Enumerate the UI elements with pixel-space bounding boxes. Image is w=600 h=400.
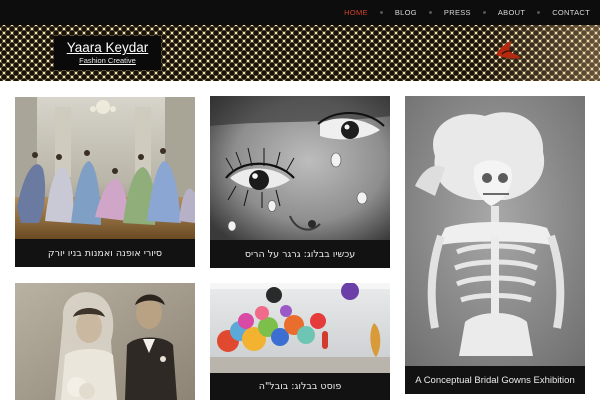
nav-item-home: HOME (344, 8, 368, 17)
post-card[interactable] (15, 283, 195, 400)
glass-tears-image (210, 96, 390, 240)
ballroom-gowns-image (15, 97, 195, 239)
nav-item-blog: BLOG (395, 8, 417, 17)
nav-dot (379, 11, 383, 14)
post-caption: פוסט בבלוג: בובל"ה (210, 373, 390, 400)
post-caption: A Conceptual Bridal Gowns Exhibition (405, 366, 585, 394)
nav-menu: HOME BLOG PRESS ABOUT CONTACT (344, 0, 590, 25)
site-logo[interactable]: Yaara Keydar Fashion Creative (54, 36, 161, 70)
site-subtitle: Fashion Creative (79, 56, 136, 65)
banner-figure-illustration (496, 41, 521, 59)
pompom-installation-image (210, 283, 390, 373)
post-caption: עכשיו בבלוג: גרגר על הריס (210, 240, 390, 268)
nav-link-contact[interactable]: CONTACT (552, 8, 590, 17)
nav-separator (525, 11, 552, 14)
nav-item-press: PRESS (444, 8, 471, 17)
site-title: Yaara Keydar (66, 40, 149, 55)
nav-dot (428, 11, 432, 14)
nav-separator (471, 11, 498, 14)
lace-skeleton-bride-image (405, 96, 585, 366)
nav-separator (368, 11, 395, 14)
nav-dot (537, 11, 541, 14)
post-card[interactable]: עכשיו בבלוג: גרגר על הריס (210, 96, 390, 268)
nav-link-home[interactable]: HOME (344, 8, 368, 17)
post-card[interactable]: פוסט בבלוג: בובל"ה (210, 283, 390, 400)
post-card[interactable]: סיורי אופנה ואמנות בניו יורק (15, 97, 195, 267)
vintage-wedding-couple-image (15, 283, 195, 400)
nav-link-blog[interactable]: BLOG (395, 8, 417, 17)
nav-link-press[interactable]: PRESS (444, 8, 471, 17)
nav-separator (417, 11, 444, 14)
top-navigation: HOME BLOG PRESS ABOUT CONTACT (0, 0, 600, 25)
nav-item-contact: CONTACT (552, 8, 590, 17)
post-caption: סיורי אופנה ואמנות בניו יורק (15, 239, 195, 267)
post-card[interactable]: A Conceptual Bridal Gowns Exhibition (405, 96, 585, 394)
nav-link-about[interactable]: ABOUT (498, 8, 525, 17)
nav-dot (482, 11, 486, 14)
nav-item-about: ABOUT (498, 8, 525, 17)
